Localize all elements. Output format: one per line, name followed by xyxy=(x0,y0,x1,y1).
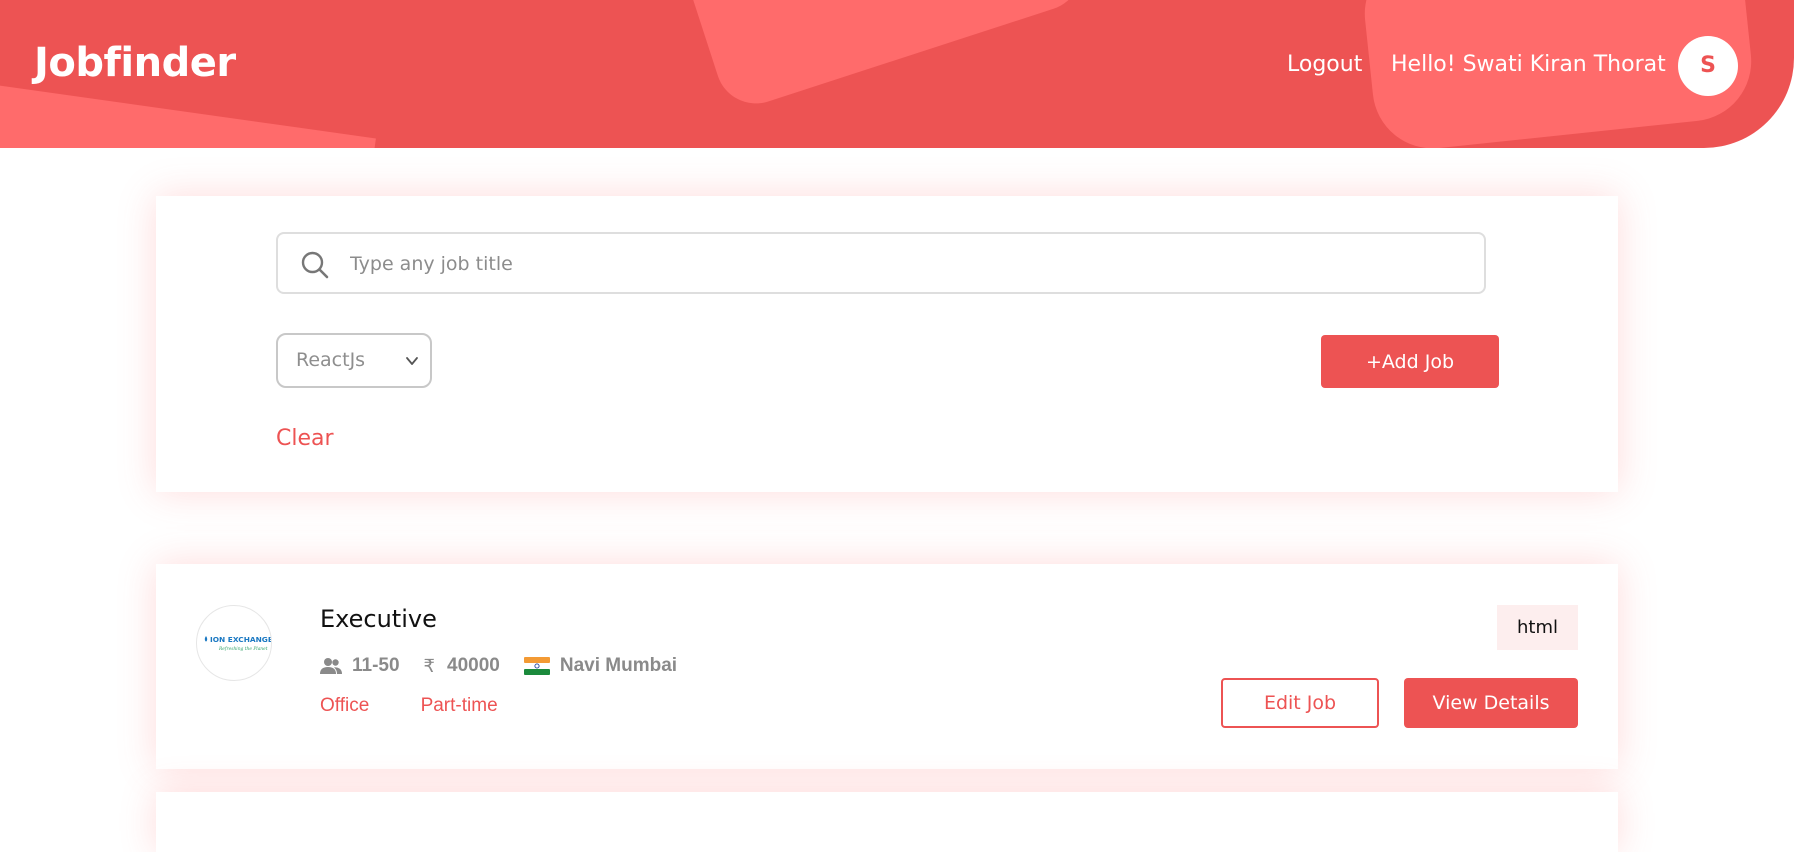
job-card xyxy=(156,792,1618,852)
svg-text:Refreshing the Planet: Refreshing the Planet xyxy=(218,647,268,652)
india-flag-icon xyxy=(523,657,550,675)
logout-link[interactable]: Logout xyxy=(1287,52,1362,77)
search-box[interactable] xyxy=(276,232,1486,294)
header-decoration xyxy=(668,0,1092,114)
skill-select[interactable]: ReactJs xyxy=(276,333,432,388)
job-card: ION EXCHANGE Refreshing the Planet Execu… xyxy=(156,564,1618,769)
job-type-tag: Part-time xyxy=(420,695,498,716)
skill-select-value: ReactJs xyxy=(296,349,366,371)
app-logo[interactable]: Jobfinder xyxy=(34,40,236,86)
header-decoration xyxy=(0,80,376,148)
skill-badge: html xyxy=(1497,605,1578,650)
team-size: 11-50 xyxy=(320,655,400,677)
edit-job-button[interactable]: Edit Job xyxy=(1221,678,1379,728)
view-details-button[interactable]: View Details xyxy=(1404,678,1578,728)
add-job-button[interactable]: +Add Job xyxy=(1321,335,1499,388)
company-logo: ION EXCHANGE Refreshing the Planet xyxy=(196,605,272,681)
rupee-icon: ₹ xyxy=(423,655,435,677)
chevron-down-icon xyxy=(406,357,418,365)
ion-exchange-logo-icon: ION EXCHANGE Refreshing the Planet xyxy=(204,635,271,652)
avatar[interactable]: S xyxy=(1678,36,1738,96)
job-title[interactable]: Executive xyxy=(320,605,437,633)
people-icon xyxy=(320,658,342,674)
job-tags: Office Part-time xyxy=(320,695,544,717)
filter-card: ReactJs +Add Job Clear xyxy=(156,196,1618,492)
search-input[interactable] xyxy=(348,242,1462,286)
user-greeting: Hello! Swati Kiran Thorat xyxy=(1391,52,1666,77)
search-icon xyxy=(301,251,329,279)
salary: ₹ 40000 xyxy=(423,655,500,677)
location: Navi Mumbai xyxy=(523,655,677,677)
work-mode-tag: Office xyxy=(320,695,370,716)
svg-text:ION EXCHANGE: ION EXCHANGE xyxy=(210,635,271,644)
clear-filters-link[interactable]: Clear xyxy=(276,426,334,451)
header: Jobfinder Logout Hello! Swati Kiran Thor… xyxy=(0,0,1794,148)
job-meta: 11-50 ₹ 40000 Navi Mumbai xyxy=(320,652,701,680)
